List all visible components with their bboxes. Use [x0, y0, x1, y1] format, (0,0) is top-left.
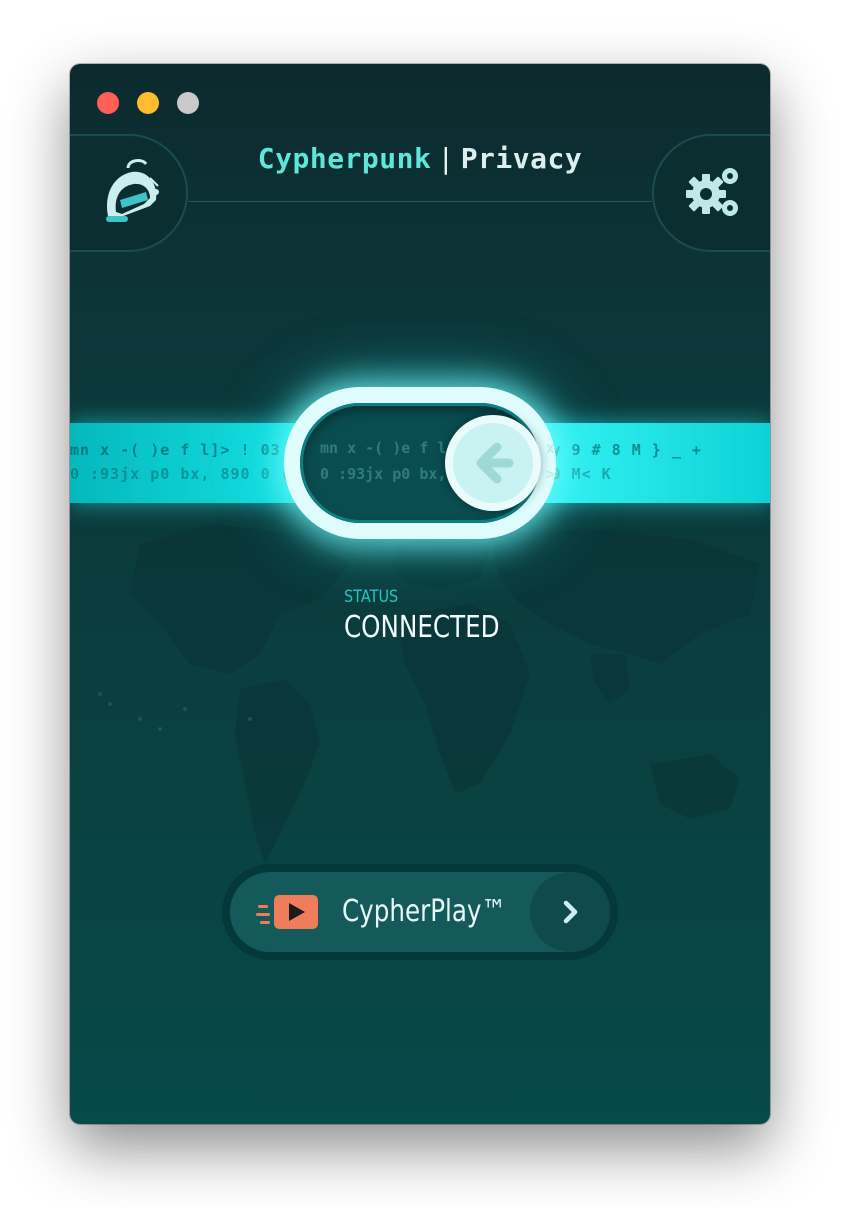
chevron-right-icon — [563, 900, 578, 924]
connect-toggle[interactable]: mn x -( )e f l]> ! 03 @j x-`.xl ty )[sx … — [284, 387, 560, 539]
close-window-button[interactable] — [97, 92, 119, 114]
title-brand: Cypherpunk — [257, 142, 432, 175]
toggle-knob[interactable] — [445, 415, 541, 511]
status-label: STATUS — [344, 587, 399, 607]
app-title: Cypherpunk | Privacy — [70, 142, 770, 175]
header-divider — [188, 201, 652, 202]
title-separator: | — [437, 142, 455, 175]
cypherplay-label: CypherPlay™ — [342, 894, 507, 929]
minimize-window-button[interactable] — [137, 92, 159, 114]
app-window: Cypherpunk | Privacy mn x -( )e f l]> ! 03… — [70, 64, 770, 1124]
status-value: CONNECTED — [344, 610, 500, 645]
cypherplay-button[interactable]: CypherPlay™ — [230, 872, 610, 952]
title-product: Privacy — [460, 142, 583, 175]
cypherplay-open-button[interactable] — [530, 872, 610, 952]
zoom-window-button[interactable] — [177, 92, 199, 114]
play-video-icon — [256, 895, 318, 929]
arrow-left-icon — [476, 442, 514, 484]
toggle-track: mn x -( )e f l]> ! 03 @j x-`.xl ty )[sx … — [300, 403, 560, 523]
